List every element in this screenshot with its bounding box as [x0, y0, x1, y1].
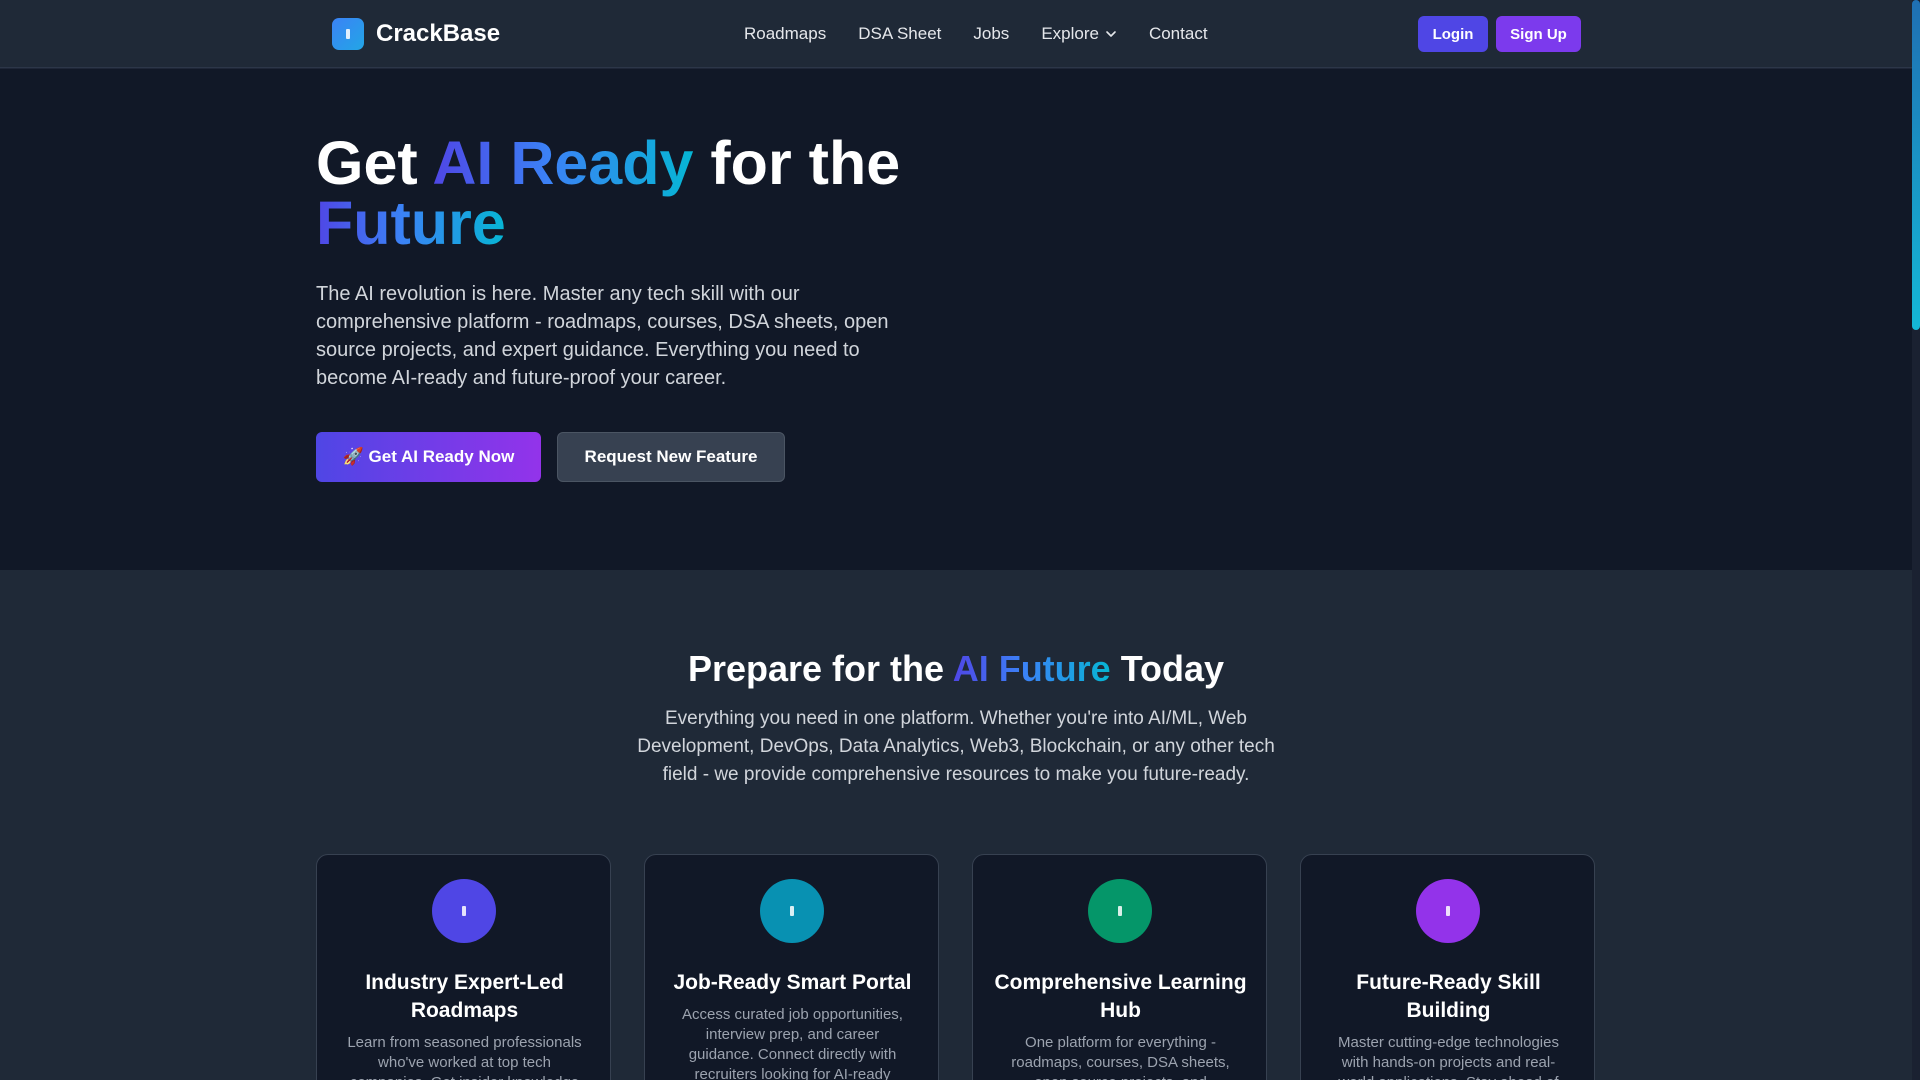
nav-link-roadmaps[interactable]: Roadmaps: [744, 24, 826, 44]
nav-link-explore[interactable]: Explore: [1041, 24, 1117, 44]
feature-card[interactable]: Industry Expert-Led Roadmaps Learn from …: [316, 854, 611, 1080]
rocket-icon: [1416, 879, 1480, 943]
feature-card-description: Learn from seasoned professionals who've…: [347, 1034, 582, 1080]
feature-card-description: Access curated job opportunities, interv…: [682, 1006, 903, 1080]
chevron-down-icon: [1106, 31, 1116, 37]
nav-link-jobs[interactable]: Jobs: [973, 24, 1009, 44]
brand[interactable]: CrackBase: [332, 18, 500, 50]
get-ai-ready-button[interactable]: 🚀 Get AI Ready Now: [316, 432, 541, 482]
feature-card-title: Future-Ready Skill Building: [1356, 971, 1541, 1022]
hero-title-highlight1: AI Ready: [432, 129, 694, 197]
feature-card[interactable]: Comprehensive Learning Hub One platform …: [972, 854, 1267, 1080]
features-title-part1: Prepare for the: [687, 648, 953, 689]
feature-card[interactable]: Future-Ready Skill Building Master cutti…: [1300, 854, 1595, 1080]
hero-title-part2: for the: [693, 129, 901, 197]
hero-description: The AI revolution is here. Master any te…: [316, 283, 889, 389]
login-button[interactable]: Login: [1418, 16, 1488, 52]
briefcase-icon: [760, 879, 824, 943]
book-icon: [1088, 879, 1152, 943]
signup-button[interactable]: Sign Up: [1496, 16, 1581, 52]
nav-link-dsa-sheet[interactable]: DSA Sheet: [858, 24, 941, 44]
feature-card-description: Master cutting-edge technologies with ha…: [1338, 1034, 1559, 1080]
feature-card-description: One platform for everything - roadmaps, …: [1011, 1034, 1230, 1080]
nav-link-contact[interactable]: Contact: [1149, 24, 1208, 44]
feature-card[interactable]: Job-Ready Smart Portal Access curated jo…: [644, 854, 939, 1080]
features-section: Prepare for the AI Future Today Everythi…: [0, 570, 1912, 1080]
main-nav: Roadmaps DSA Sheet Jobs Explore Contact: [744, 0, 1208, 68]
features-description: Everything you need in one platform. Whe…: [637, 708, 1275, 785]
hero-actions: 🚀 Get AI Ready Now Request New Feature: [316, 432, 785, 482]
hero-title-highlight2: Future: [316, 189, 506, 257]
scrollbar-thumb[interactable]: [1912, 0, 1920, 330]
feature-card-title: Job-Ready Smart Portal: [673, 971, 912, 994]
brand-name: CrackBase: [376, 20, 501, 47]
auth-buttons: Login Sign Up: [1418, 16, 1581, 52]
nav-link-explore-label: Explore: [1041, 24, 1099, 43]
navbar: CrackBase Roadmaps DSA Sheet Jobs Explor…: [0, 0, 1912, 68]
feature-card-title: Comprehensive Learning Hub: [994, 971, 1247, 1022]
hero-title-part1: Get: [316, 129, 433, 197]
roadmap-icon: [432, 879, 496, 943]
request-feature-button[interactable]: Request New Feature: [557, 432, 785, 482]
hero-title: Get AI Ready for the Future: [316, 133, 956, 254]
features-title-part2: Today: [1110, 648, 1225, 689]
features-title: Prepare for the AI Future Today: [0, 648, 1912, 690]
feature-card-title: Industry Expert-Led Roadmaps: [365, 971, 564, 1022]
hero-section: Get AI Ready for the Future The AI revolu…: [0, 69, 1912, 570]
features-title-highlight: AI Future: [952, 648, 1111, 689]
feature-cards: Industry Expert-Led Roadmaps Learn from …: [316, 854, 1595, 1080]
brand-logo-icon: [332, 18, 364, 50]
